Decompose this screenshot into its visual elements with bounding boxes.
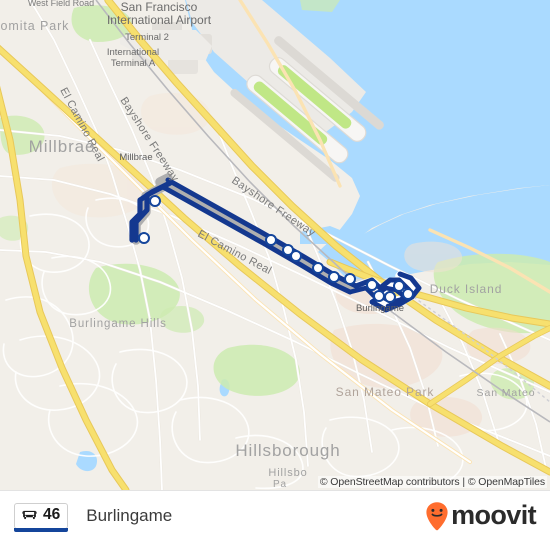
city-label: Pa [273,479,287,490]
city-label: San Mateo [477,387,536,399]
poi-label: Millbrae [119,152,152,163]
route-stop-marker[interactable] [402,288,414,300]
route-destination: Burlingame [86,505,173,525]
city-label: Lomita Park [0,19,69,33]
moovit-logo[interactable]: moovit [424,500,537,531]
route-stop-marker[interactable] [290,250,302,262]
poi-label: San Francisco [121,0,198,14]
poi-label: Terminal A [111,58,156,69]
city-label: San Mateo Park [336,385,435,399]
poi-label: International [107,47,159,58]
route-stop-marker[interactable] [265,234,277,246]
city-label: Hillsbo [268,467,307,479]
moovit-pin-icon [426,501,448,530]
poi-label: Burlingame [356,303,404,314]
route-stop-marker[interactable] [328,271,340,283]
map-svg[interactable]: .rd-w { stroke:#ffffff; fill:none; strok… [0,0,550,490]
route-stop-marker[interactable] [312,262,324,274]
route-number: 46 [43,506,61,524]
map-attribution: © OpenStreetMap contributors | © OpenMap… [317,476,547,488]
city-label: Hillsborough [235,441,340,460]
route-stop-marker[interactable] [344,273,356,285]
route-footer-bar: 46 Burlingame moovit [0,490,550,540]
city-label: Burlingame Hills [69,318,166,330]
moovit-route-map-screen: .rd-w { stroke:#ffffff; fill:none; strok… [0,0,550,540]
route-stop-marker[interactable] [366,279,378,291]
city-label: Duck Island [430,282,503,296]
bus-icon [22,510,37,519]
route-stop-marker[interactable] [384,291,396,303]
poi-label: Terminal 2 [125,32,169,43]
route-stop-marker[interactable] [138,232,150,244]
route-stop-marker[interactable] [393,280,405,292]
route-stop-marker[interactable] [149,195,161,207]
poi-label: West Field Road [28,0,94,8]
map-canvas[interactable]: .rd-w { stroke:#ffffff; fill:none; strok… [0,0,550,490]
poi-label: International Airport [107,13,212,27]
city-label: Millbrae [29,137,96,156]
moovit-wordmark: moovit [451,500,537,530]
route-badge[interactable]: 46 [14,502,69,532]
route-stop-marker[interactable] [373,290,385,302]
